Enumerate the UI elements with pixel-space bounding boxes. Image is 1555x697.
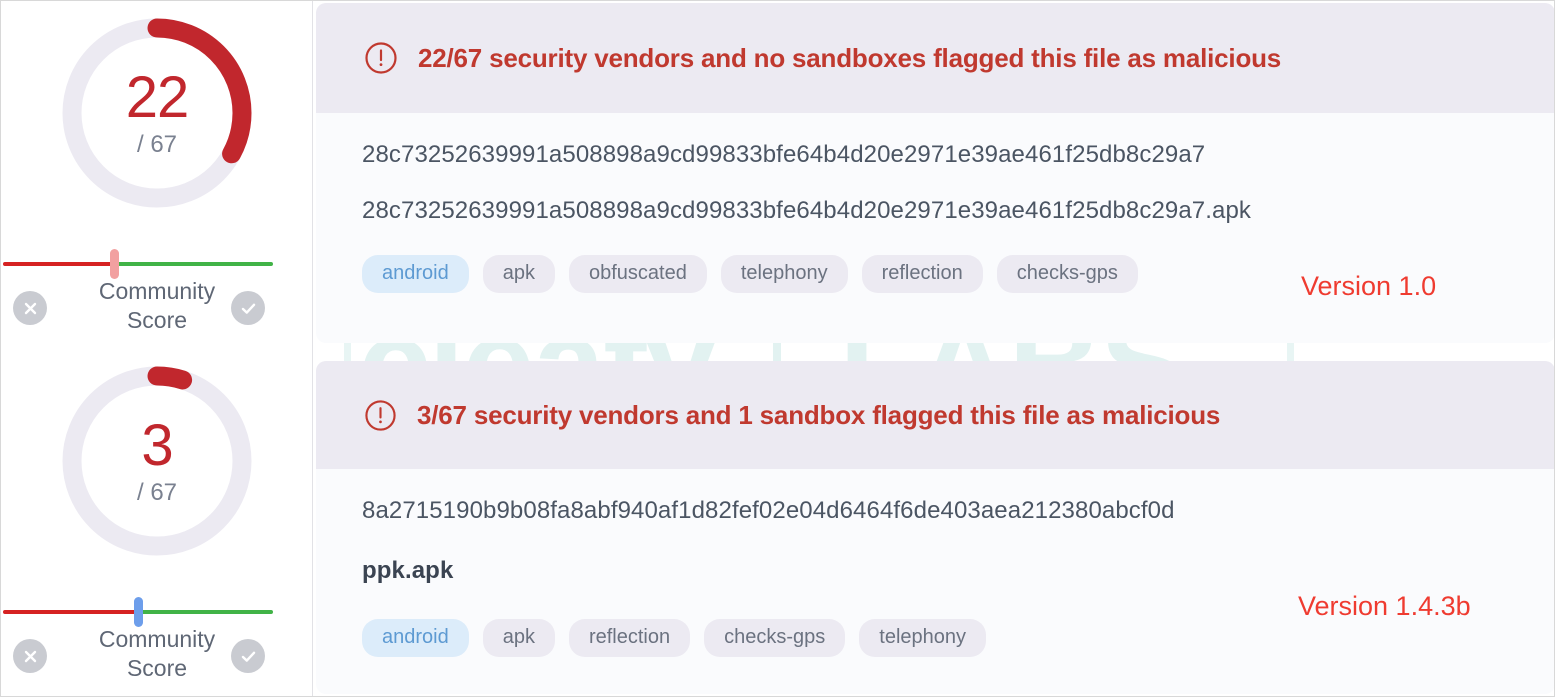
donut-track (62, 366, 252, 556)
tag-chip[interactable]: telephony (859, 619, 987, 657)
check-icon (241, 651, 255, 662)
tag-chip[interactable]: checks-gps (996, 255, 1138, 293)
donut-chart-svg (62, 366, 252, 556)
detection-banner-1: 22/67 security vendors and no sandboxes … (316, 3, 1554, 113)
tag-chip[interactable]: apk (482, 619, 555, 657)
slider-track (3, 249, 273, 279)
tag-chip[interactable]: telephony (720, 255, 848, 293)
tag-chip[interactable]: obfuscated (568, 255, 707, 293)
slider-handle[interactable] (134, 597, 143, 627)
tag-chip[interactable]: android (362, 255, 469, 293)
detection-banner-2: 3/67 security vendors and 1 sandbox flag… (316, 361, 1554, 469)
community-score-row-1: Community Score (1, 277, 312, 341)
tag-chip[interactable]: android (362, 619, 469, 657)
version-annotation-1: Version 1.0 (1301, 271, 1437, 301)
slider-negative-range (3, 262, 114, 266)
community-score-label-1: Community Score (67, 277, 247, 335)
detection-banner-text-1: 22/67 security vendors and no sandboxes … (418, 42, 1282, 73)
tag-chip[interactable]: reflection (861, 255, 983, 293)
community-score-slider-2[interactable] (1, 597, 312, 627)
slider-handle[interactable] (109, 249, 119, 279)
detection-donut-1: 22 / 67 (53, 9, 261, 217)
slider-track (3, 597, 273, 627)
vote-down-button[interactable] (13, 291, 47, 325)
check-icon (241, 303, 255, 314)
file-hash-2[interactable]: 8a2715190b9b08fa8abf940af1d82fef02e04d64… (362, 499, 1507, 523)
alert-circle-icon (364, 399, 397, 432)
vote-up-button[interactable] (231, 291, 265, 325)
slider-positive-range (138, 610, 273, 614)
file-name-1[interactable]: 28c73252639991a508898a9cd99833bfe64b4d20… (362, 199, 1507, 223)
detection-gauge-block-2: 3 / 67 Community Score (1, 349, 312, 696)
vote-up-button[interactable] (231, 639, 265, 673)
community-label-line2: Score (126, 306, 188, 333)
file-tags-2: android apk reflection checks-gps teleph… (362, 619, 1507, 657)
slider-negative-range (3, 610, 138, 614)
file-report-body-2: 8a2715190b9b08fa8abf940af1d82fef02e04d64… (316, 469, 1554, 657)
file-report-body-1: 28c73252639991a508898a9cd99833bfe64b4d20… (316, 113, 1554, 293)
donut-chart-svg (62, 18, 252, 208)
tag-chip[interactable]: apk (482, 255, 555, 293)
close-icon (24, 302, 36, 314)
version-annotation-2: Version 1.4.3b (1298, 591, 1471, 621)
file-name-2[interactable]: ppk.apk (362, 559, 1507, 583)
vote-down-button[interactable] (13, 639, 47, 673)
screenshot-root: 22 / 67 Community Score 3 / 67 Community… (0, 0, 1555, 697)
tag-chip[interactable]: reflection (568, 619, 691, 657)
community-score-row-2: Community Score (1, 625, 312, 689)
detection-gauge-block-1: 22 / 67 Community Score (1, 1, 312, 348)
detection-donut-2: 3 / 67 (53, 357, 261, 565)
community-label-line1: Community (98, 278, 216, 304)
sidebar: 22 / 67 Community Score 3 / 67 Community… (1, 1, 313, 696)
community-label-line2: Score (126, 654, 188, 681)
alert-circle-icon (364, 41, 398, 75)
close-icon (24, 650, 36, 662)
slider-positive-range (113, 262, 273, 266)
community-score-label-2: Community Score (67, 625, 247, 683)
community-label-line1: Community (98, 626, 216, 652)
tag-chip[interactable]: checks-gps (704, 619, 846, 657)
community-score-slider-1[interactable] (1, 249, 312, 279)
file-report-card-2: 3/67 security vendors and 1 sandbox flag… (316, 361, 1554, 694)
detection-banner-text-2: 3/67 security vendors and 1 sandbox flag… (417, 399, 1221, 430)
file-hash-1[interactable]: 28c73252639991a508898a9cd99833bfe64b4d20… (362, 143, 1507, 167)
